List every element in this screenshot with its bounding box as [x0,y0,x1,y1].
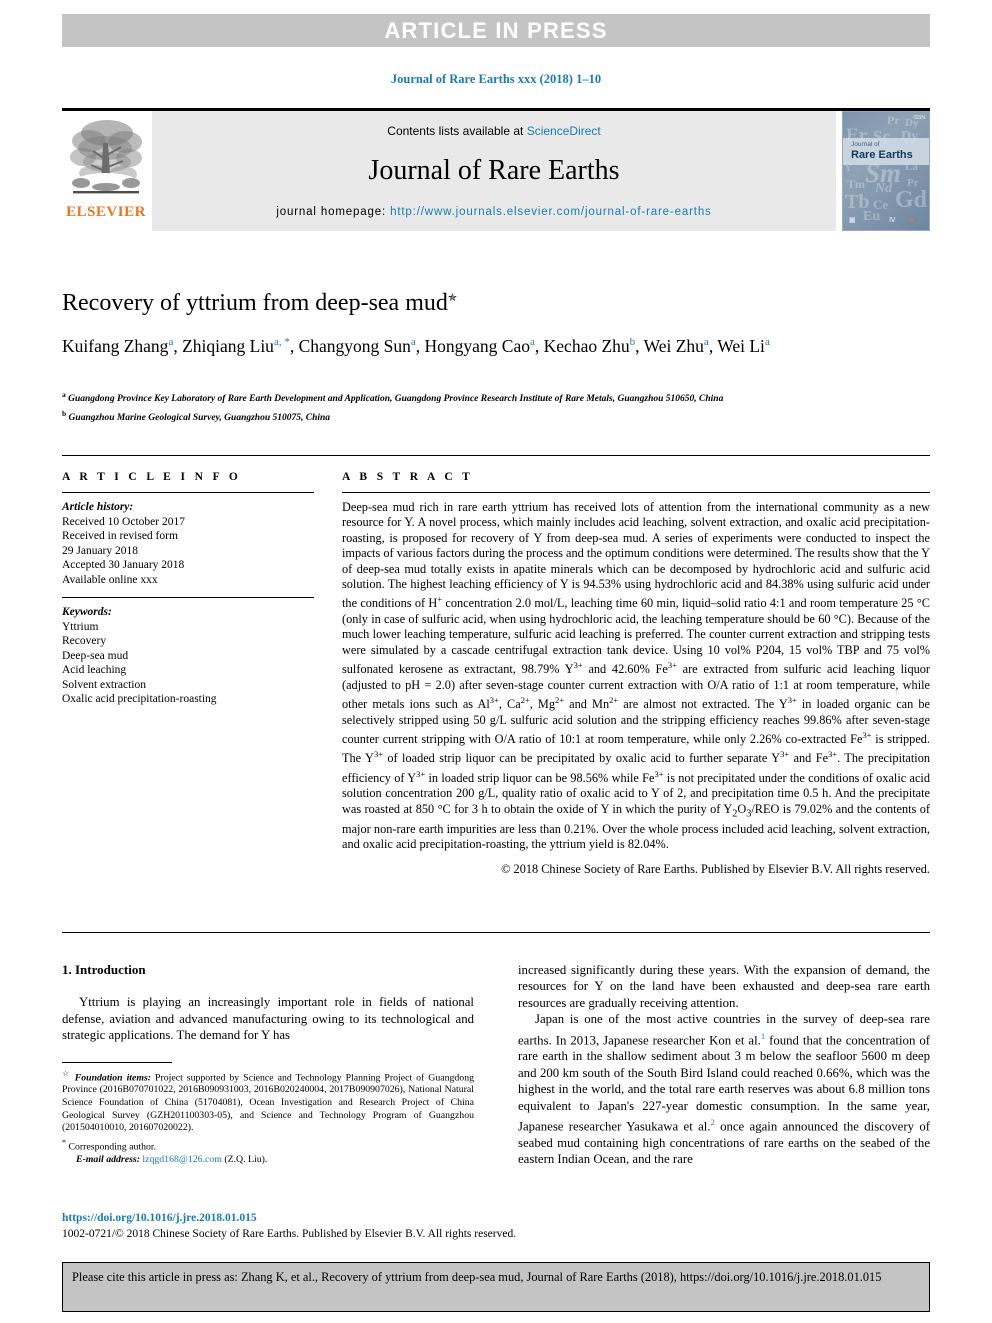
footnote-rule [62,1061,172,1063]
introduction-left-column: 1. Introduction Yttrium is playing an in… [62,962,474,1166]
elsevier-wordmark: ELSEVIER [66,204,146,220]
journal-title: Journal of Rare Earths [368,155,620,186]
masthead-center: Contents lists available at ScienceDirec… [152,111,836,231]
info-abstract-band: A R T I C L E I N F O Article history: R… [62,455,930,933]
cover-element-sm: Y [845,163,852,173]
contents-prefix: Contents lists available at [387,124,527,138]
footnote-foundation: ☆ Foundation items: Project supported by… [62,1068,474,1135]
keyword-item: Acid leaching [62,664,127,676]
introduction-right-column: increased significantly during these yea… [518,962,930,1167]
cover-element-pr2: Tm [847,177,865,191]
author-name: Wei Li [717,335,765,356]
journal-masthead: ELSEVIER Contents lists available at Sci… [62,108,930,231]
doi-link[interactable]: https://doi.org/10.1016/j.jre.2018.01.01… [62,1212,257,1224]
keywords-heading: Keywords: [62,606,112,618]
footnote-email: E-mail address: lzqgd168@126.com (Z.Q. L… [62,1154,474,1167]
keyword-item: Oxalic acid precipitation-roasting [62,693,217,705]
contents-available-line: Contents lists available at ScienceDirec… [152,111,836,138]
author-affil-mark: a [410,336,416,348]
history-line: Accepted 30 January 2018 [62,559,185,571]
homepage-url-link[interactable]: http://www.journals.elsevier.com/journal… [390,206,712,218]
intro-paragraph-left: Yttrium is playing an increasingly impor… [62,995,474,1043]
issn-copyright-line: 1002-0721/© 2018 Chinese Society of Rare… [62,1228,517,1240]
author-affil-mark: a [764,336,770,348]
article-history-block: Article history: Received 10 October 201… [62,493,314,597]
journal-cover-thumbnail[interactable]: Pr Dy Er Sc Dy Y Sm La Tm Pr Nd Tb Ce Gd… [842,111,930,231]
cover-logo-mid: Ⅳ [889,217,896,224]
foundation-items-label: Foundation items: [74,1071,152,1083]
keyword-item: Yttrium [62,620,99,633]
author-affil-mark: b [629,336,636,348]
email-address-link[interactable]: lzqgd168@126.com [142,1154,222,1165]
affiliation-text: Guangdong Province Key Laboratory of Rar… [68,394,724,405]
article-in-press-banner: ARTICLE IN PRESS [62,14,930,47]
abstract-copyright: © 2018 Chinese Society of Rare Earths. P… [501,861,930,876]
cover-logo-right: ➤ [909,217,915,224]
author-list: Kuifang Zhanga, Zhiqiang Liua, *, Changy… [62,335,770,356]
affiliation-item: b Guangzhou Marine Geological Survey, Gu… [62,407,930,426]
please-cite-box: Please cite this article in press as: Zh… [62,1262,930,1312]
cover-element-eu: Gd [895,187,928,213]
sciencedirect-link[interactable]: ScienceDirect [527,124,601,138]
article-history-heading: Article history: [62,501,134,513]
affiliation-mark: a [62,390,66,399]
email-address-label: E-mail address: [76,1153,140,1165]
footnote-corresponding: * Corresponding author. [62,1137,474,1154]
author-name: Zhiqiang Liu [182,335,274,356]
author-name: Kechao Zhu [543,335,630,356]
cover-element-pr: Pr [887,113,900,127]
corresponding-star-mark: * [62,1137,66,1147]
author-affil-mark: a [530,336,535,348]
article-info-heading: A R T I C L E I N F O [62,471,242,483]
abstract-body: Deep-sea mud rich in rare earth yttrium … [342,500,931,852]
affiliation-mark: b [62,408,67,418]
author-name: Changyong Sun [298,335,411,356]
cover-issn-label: ISSN [913,115,925,121]
keyword-item: Deep-sea mud [62,649,129,662]
article-title-text: Recovery of yttrium from deep-sea mud [62,290,448,316]
keyword-item: Recovery [62,635,107,647]
author-name: Kuifang Zhang [62,335,169,356]
history-line: 29 January 2018 [62,544,139,557]
corresponding-author-label: Corresponding author. [68,1141,157,1153]
author-affil-mark: a [168,336,174,348]
title-footnote-mark: ✯ [447,292,458,304]
cover-element-tb: Nd [875,181,893,196]
abstract-column: A B S T R A C T Deep-sea mud rich in rar… [330,456,930,932]
article-info-column: A R T I C L E I N F O Article history: R… [62,456,330,932]
email-author-initials: (Z.Q. Liu). [221,1153,268,1165]
author-name: Wei Zhu [643,335,704,356]
page-title: Recovery of yttrium from deep-sea mud✯ [62,290,930,317]
author-affil-mark: a, * [273,336,290,348]
keywords-block: Keywords: Yttrium Recovery Deep-sea mud … [62,598,314,717]
journal-homepage-line: journal homepage: http://www.journals.el… [152,206,836,218]
history-line: Available online xxx [62,573,158,586]
author-affil-mark: a [703,336,709,348]
keyword-item: Solvent extraction [62,678,146,691]
paper-page: ARTICLE IN PRESS Journal of Rare Earths … [0,0,992,1323]
affiliation-item: a Guangdong Province Key Laboratory of R… [62,388,930,407]
cover-publisher-logos: ▦ Ⅳ ➤ [843,214,929,228]
intro-paragraph-right-1: increased significantly during these yea… [518,963,930,1010]
author-name: Hongyang Cao [424,335,531,356]
abstract-heading: A B S T R A C T [342,471,474,483]
cover-journal-of-label: Journal of [851,141,880,148]
history-line: Received 10 October 2017 [62,515,185,528]
affiliation-list: a Guangdong Province Key Laboratory of R… [62,388,930,425]
cover-logo-left: ▦ [849,217,856,224]
running-head: Journal of Rare Earths xxx (2018) 1–10 [390,72,602,86]
article-in-press-label: ARTICLE IN PRESS [384,17,608,43]
section-heading-introduction: 1. Introduction [62,962,146,977]
history-line: Received in revised form [62,530,178,542]
elsevier-logo: ELSEVIER [62,111,150,231]
intro-paragraph-right-2: Japan is one of the most active countrie… [518,1011,930,1167]
cover-rare-earths-label: Rare Earths [851,149,913,161]
affiliation-text: Guangzhou Marine Geological Survey, Guan… [68,412,331,423]
footnote-star-mark: ☆ [62,1068,71,1078]
homepage-prefix: journal homepage: [276,206,391,218]
elsevier-tree-icon [70,120,142,194]
